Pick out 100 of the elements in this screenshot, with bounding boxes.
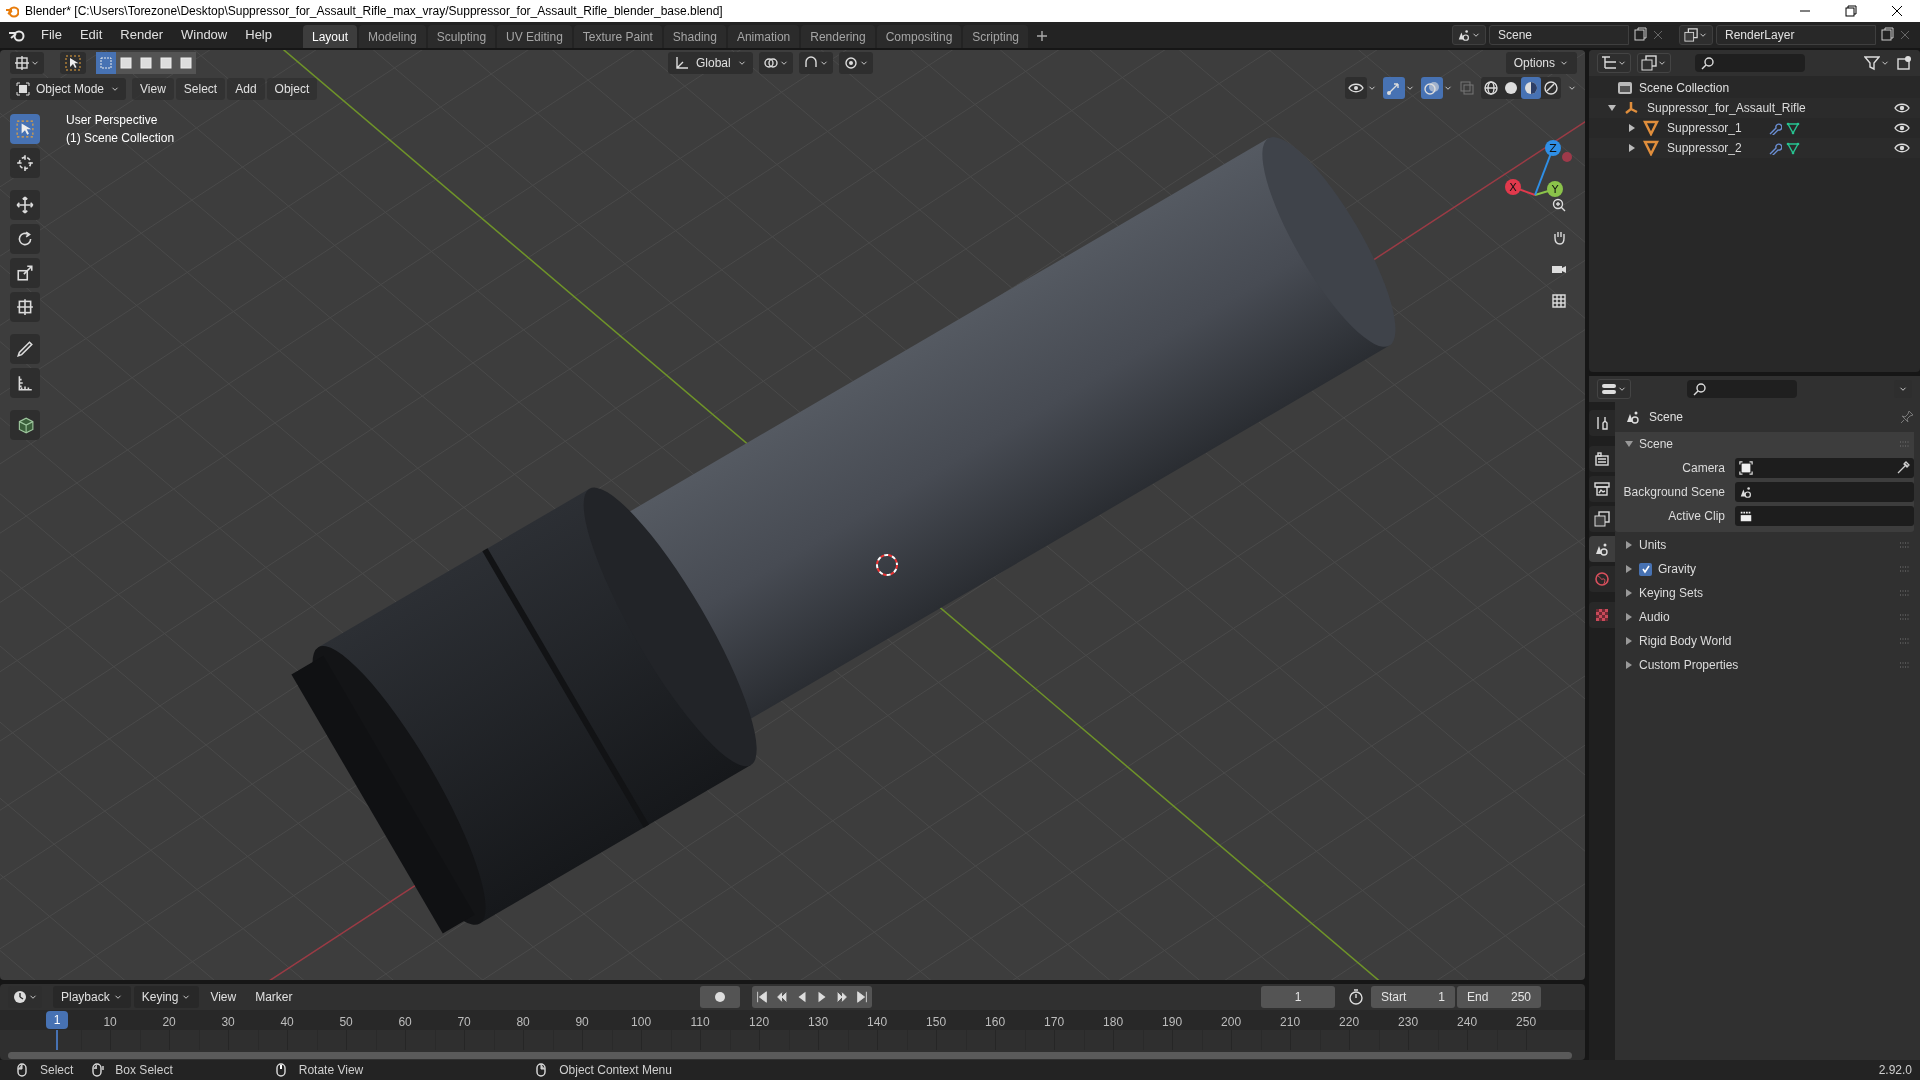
pin-icon[interactable] [1900, 410, 1914, 424]
grid-icon [1551, 293, 1567, 309]
menu-item[interactable]: Render [111, 24, 172, 46]
viewport-menu[interactable]: Select [175, 78, 226, 100]
end-frame-field[interactable]: End 250 [1457, 986, 1541, 1008]
filter-button[interactable] [1864, 55, 1890, 71]
outliner-item[interactable]: Suppressor_1 [1667, 119, 1742, 137]
playhead[interactable]: 1 [46, 1011, 68, 1029]
visibility-toggle[interactable] [1345, 77, 1367, 99]
new-collection-icon[interactable] [1896, 55, 1912, 71]
select-mode-button[interactable] [176, 52, 196, 74]
menu-item[interactable]: Edit [70, 24, 112, 46]
stopwatch-icon[interactable] [1347, 988, 1365, 1006]
menu-item[interactable]: Window [172, 24, 237, 46]
timeline-menu[interactable]: Playback [53, 986, 131, 1008]
display-mode-button[interactable] [1637, 53, 1671, 73]
view-layer-type-button[interactable] [1679, 25, 1713, 45]
menu-item[interactable]: Help [236, 24, 281, 46]
scene-field[interactable]: Scene [1489, 25, 1629, 45]
tool-button[interactable] [10, 410, 40, 440]
workspace-tab[interactable]: Sculpting [427, 25, 496, 48]
properties-tab[interactable] [1589, 446, 1615, 472]
workspace-tab[interactable]: Texture Paint [573, 25, 662, 48]
tool-button[interactable] [10, 334, 40, 364]
viewport-menu[interactable]: Object [266, 78, 318, 100]
workspace-tab[interactable]: Rendering [801, 25, 875, 48]
scene-field[interactable] [1735, 482, 1914, 502]
select-mode-icon [119, 56, 133, 70]
scene-type-button[interactable] [1452, 25, 1486, 45]
field-label: Camera [1681, 460, 1726, 477]
workspace-tab[interactable]: UV Editing [497, 25, 572, 48]
workspace-tab[interactable]: Layout [303, 25, 358, 48]
properties-tab[interactable] [1589, 536, 1615, 562]
timeline-menu[interactable]: Marker [247, 986, 301, 1008]
camera-field[interactable] [1735, 458, 1914, 478]
close-icon[interactable] [1898, 28, 1912, 42]
disclosure-triangle-icon[interactable] [1607, 103, 1617, 113]
copy-icon[interactable] [1879, 27, 1895, 43]
workspace-tab[interactable]: Modeling [359, 25, 426, 48]
workspace-tab[interactable]: Scripting [963, 25, 1029, 48]
tool-button[interactable] [10, 292, 40, 322]
proportional-button[interactable] [838, 52, 873, 74]
record-button[interactable] [700, 986, 740, 1008]
start-frame-field[interactable]: Start 1 [1371, 986, 1455, 1008]
frame-number: 140 [866, 1014, 889, 1031]
drag-handle-icon[interactable] [1900, 662, 1910, 668]
overlay-toggle[interactable] [1421, 77, 1443, 99]
frame-number: 210 [1279, 1014, 1302, 1031]
outliner-item[interactable]: Scene Collection [1639, 79, 1730, 97]
tool-button[interactable] [10, 368, 40, 398]
drag-handle-icon[interactable] [1900, 590, 1910, 596]
mode-dropdown[interactable]: Object Mode [10, 78, 127, 100]
properties-tab[interactable] [1589, 506, 1615, 532]
tool-button[interactable] [10, 148, 40, 178]
current-frame-field[interactable]: 1 [1261, 986, 1335, 1008]
gizmo-axis[interactable]: X [1505, 179, 1536, 196]
editor-type-icon [1601, 55, 1617, 71]
close-icon[interactable] [1651, 28, 1665, 42]
workspace-tab[interactable]: Shading [663, 25, 726, 48]
options-dropdown[interactable]: Options [1505, 52, 1577, 74]
view-layer-field[interactable]: RenderLayer [1716, 25, 1876, 45]
timeline-menu[interactable]: Keying [133, 986, 200, 1008]
editor-type-button[interactable] [1597, 53, 1631, 73]
disclosure-triangle-icon[interactable] [1627, 123, 1637, 133]
properties-tab[interactable] [1589, 410, 1615, 436]
snap-button[interactable] [798, 52, 833, 74]
viewport-menu[interactable]: Add [227, 78, 265, 100]
clip-field[interactable] [1735, 506, 1914, 526]
drag-handle-icon[interactable] [1900, 614, 1910, 620]
workspace-tab[interactable]: Animation [727, 25, 800, 48]
shading-mode-button[interactable] [1521, 77, 1541, 99]
editor-type-button[interactable] [10, 52, 44, 74]
select-mode-button[interactable] [116, 52, 136, 74]
properties-tab[interactable] [1589, 476, 1615, 502]
tool-button[interactable] [10, 258, 40, 288]
tool-button[interactable] [10, 190, 40, 220]
outliner-item[interactable]: Suppressor_for_Assault_Rifle [1647, 99, 1806, 117]
outliner-item[interactable]: Suppressor_2 [1667, 139, 1742, 157]
tool-button[interactable] [10, 224, 40, 254]
transform-orientation-dropdown[interactable]: Global [668, 52, 753, 74]
drag-handle-icon[interactable] [1900, 638, 1910, 644]
viewport-menu[interactable]: View [132, 78, 174, 100]
timeline-menu[interactable]: View [202, 986, 245, 1008]
tool-button[interactable] [10, 114, 40, 144]
workspace-tab[interactable]: Compositing [876, 25, 962, 48]
menu-item[interactable]: File [32, 24, 71, 46]
frame-number: 120 [748, 1014, 771, 1031]
copy-icon[interactable] [1632, 27, 1648, 43]
horizontal-scrollbar[interactable] [8, 1051, 1572, 1059]
drag-handle-icon[interactable] [1900, 566, 1910, 572]
gizmo-toggle[interactable] [1383, 77, 1405, 99]
select-tool-button[interactable] [60, 52, 86, 74]
pivot-button[interactable] [758, 52, 793, 74]
drag-handle-icon[interactable] [1900, 441, 1910, 447]
editor-type-button[interactable] [1597, 379, 1631, 399]
search-field[interactable] [1695, 54, 1805, 72]
gravity-checkbox[interactable] [1639, 562, 1652, 576]
drag-handle-icon[interactable] [1900, 542, 1910, 548]
search-field[interactable] [1687, 380, 1797, 398]
disclosure-triangle-icon[interactable] [1627, 143, 1637, 153]
